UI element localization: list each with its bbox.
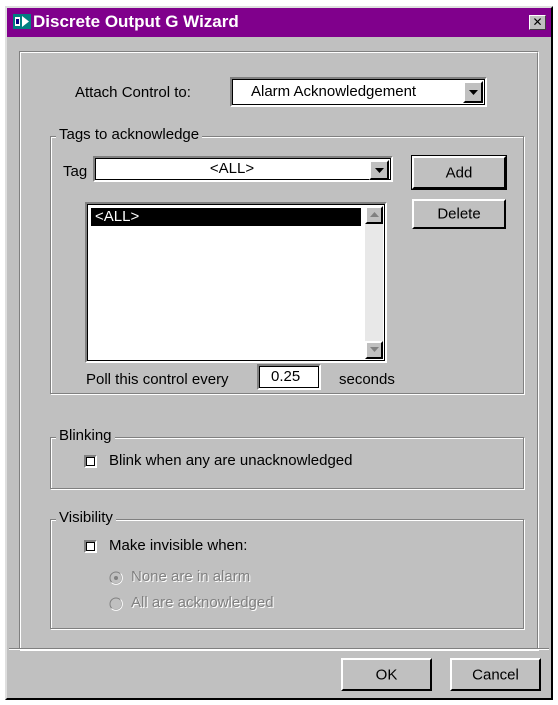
triangle-down-icon [370,347,379,352]
wizard-app-icon [13,14,31,29]
triangle-down-icon [375,168,384,173]
tags-listbox[interactable]: <ALL> [85,202,387,363]
radio-none-in-alarm-label: None are in alarm [131,568,251,585]
attach-control-value: Alarm Acknowledgement [251,83,417,100]
blink-checkbox-label: Blink when any are unacknowledged [109,452,353,469]
triangle-up-icon [370,212,379,217]
close-button[interactable]: ✕ [529,15,546,30]
title-bar: Discrete Output G Wizard ✕ [7,8,551,37]
tag-select-value: <ALL> [209,160,255,177]
visibility-group-title: Visibility [56,509,116,526]
dialog-body: Attach Control to: Alarm Acknowledgement… [19,51,539,651]
blink-checkbox[interactable] [84,455,97,468]
make-invisible-label: Make invisible when: [109,537,248,554]
scroll-down-button[interactable] [365,341,383,359]
tag-select[interactable]: <ALL> [93,156,393,182]
poll-unit-label: seconds [339,371,395,388]
radio-all-acknowledged[interactable] [109,597,123,611]
poll-label: Poll this control every [86,371,229,388]
attach-control-select[interactable]: Alarm Acknowledgement [230,77,487,107]
triangle-down-icon [469,90,478,95]
make-invisible-checkbox[interactable] [84,540,97,553]
blinking-group: Blinking Blink when any are unacknowledg… [50,427,524,489]
tag-label: Tag [63,163,88,180]
window-title: Discrete Output G Wizard [33,12,239,31]
attach-control-label: Attach Control to: [75,84,191,101]
tags-group: Tags to acknowledge Tag <ALL> Add Delete… [50,126,524,394]
ok-button[interactable]: OK [341,658,432,691]
blinking-group-title: Blinking [56,427,115,444]
scroll-up-button[interactable] [365,206,383,224]
list-item[interactable]: <ALL> [91,208,361,226]
radio-none-in-alarm[interactable] [109,571,123,585]
attach-control-dropdown-button[interactable] [463,81,483,103]
add-button[interactable]: Add [411,155,507,190]
tags-group-title: Tags to acknowledge [56,126,203,143]
wizard-dialog: Discrete Output G Wizard ✕ Attach Contro… [5,6,553,700]
visibility-group: Visibility Make invisible when: None are… [50,509,524,629]
radio-all-acknowledged-label: All are acknowledged [131,594,274,611]
poll-interval-input[interactable]: 0.25 [257,364,321,390]
tag-dropdown-button[interactable] [369,160,389,180]
delete-button[interactable]: Delete [412,199,506,229]
poll-interval-value: 0.25 [271,368,301,385]
cancel-button[interactable]: Cancel [450,658,541,691]
tags-list-scrollbar[interactable] [365,206,383,359]
footer-separator [9,648,549,650]
close-icon: ✕ [532,15,543,29]
